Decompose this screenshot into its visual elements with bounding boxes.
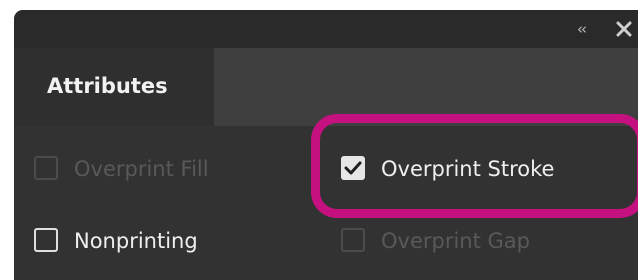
checkmark-icon bbox=[344, 161, 362, 175]
close-panel-button[interactable] bbox=[612, 17, 636, 41]
close-icon bbox=[616, 21, 632, 37]
overprint-gap-option: Overprint Gap bbox=[341, 226, 581, 256]
overprint-fill-option: Overprint Fill bbox=[34, 154, 274, 184]
overprint-fill-label: Overprint Fill bbox=[74, 157, 209, 181]
collapse-panel-button[interactable]: ‹‹ bbox=[569, 18, 593, 40]
overprint-stroke-label: Overprint Stroke bbox=[381, 157, 555, 181]
tab-attributes-label: Attributes bbox=[47, 74, 168, 98]
panel-content: Overprint Fill Overprint Stroke Nonprint… bbox=[14, 126, 638, 280]
nonprinting-label: Nonprinting bbox=[74, 229, 198, 253]
nonprinting-option[interactable]: Nonprinting bbox=[34, 226, 274, 256]
overprint-stroke-option[interactable]: Overprint Stroke bbox=[341, 154, 601, 184]
tab-attributes[interactable]: Attributes bbox=[14, 48, 214, 126]
overprint-gap-label: Overprint Gap bbox=[381, 229, 530, 253]
attributes-panel: ‹‹ Attributes Overprint Fill Overprint S… bbox=[14, 10, 638, 280]
overprint-gap-checkbox bbox=[341, 228, 365, 252]
nonprinting-checkbox[interactable] bbox=[34, 228, 58, 252]
overprint-stroke-checkbox[interactable] bbox=[341, 156, 365, 180]
panel-titlebar: ‹‹ bbox=[14, 10, 638, 48]
overprint-fill-checkbox bbox=[34, 156, 58, 180]
panel-tabstrip: Attributes bbox=[14, 48, 638, 126]
